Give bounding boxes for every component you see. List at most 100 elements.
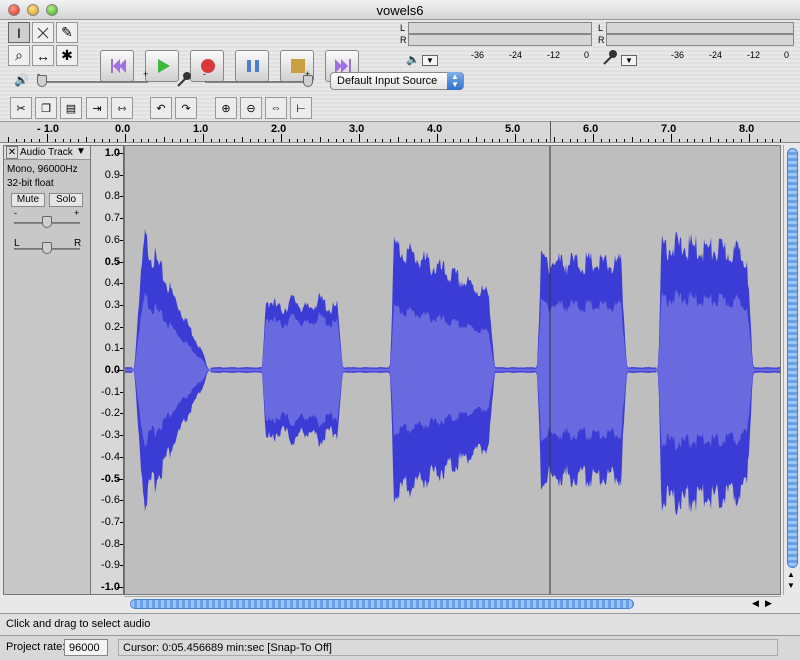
ruler-tick [507, 139, 509, 142]
amplitude-tick [120, 239, 123, 241]
envelope-tool[interactable] [32, 22, 54, 43]
ruler-tick [538, 139, 540, 142]
project-rate-value: 96000 [69, 642, 100, 654]
waveform [125, 146, 780, 594]
waveform-area[interactable] [124, 145, 781, 595]
ruler-tick [499, 139, 501, 142]
record-icon [201, 59, 215, 73]
play-icon [158, 59, 170, 73]
track-name-menu[interactable]: Audio Track [20, 147, 73, 158]
ruler-tick [234, 139, 236, 142]
ruler-tick [616, 139, 618, 142]
cut-button[interactable]: ✂ [10, 97, 32, 119]
ruler-tick [569, 139, 571, 142]
scroll-left-icon[interactable]: ◀ [752, 598, 759, 609]
ruler-tick [437, 134, 438, 142]
ruler-tick [725, 139, 727, 142]
ruler-tick [179, 139, 181, 142]
output-volume-slider[interactable] [37, 75, 47, 87]
amplitude-label: 0.3 [104, 298, 120, 311]
record-button[interactable] [190, 50, 224, 82]
output-meter-menu[interactable]: ▼ [422, 55, 438, 66]
project-rate-field[interactable]: 96000 [64, 639, 108, 656]
amplitude-tick [120, 196, 123, 198]
vertical-scrollbar[interactable]: ▲ ▼ [783, 145, 800, 595]
status-hint: Click and drag to select audio [6, 618, 151, 630]
amplitude-tick [120, 456, 123, 458]
input-volume-slider[interactable] [303, 75, 313, 87]
meter-right-label: R [400, 35, 407, 45]
ruler-tick [444, 139, 446, 142]
ruler-tick [70, 139, 72, 142]
ruler-tick [54, 139, 56, 142]
ruler-tick [265, 139, 267, 142]
timeshift-tool[interactable]: ↔ [32, 45, 54, 66]
ruler-tick [600, 139, 602, 142]
zoom-tool[interactable]: ⌕ [8, 45, 30, 66]
ruler-tick [242, 137, 243, 142]
trim-icon: ⇥ [92, 102, 102, 115]
ruler-tick [15, 139, 17, 142]
fit-selection-button[interactable]: ⇔ [265, 97, 287, 119]
track-menu-arrow-icon[interactable]: ▼ [76, 146, 86, 157]
track-close-button[interactable]: ✕ [6, 146, 18, 159]
window-title: vowels6 [376, 3, 424, 18]
gain-slider[interactable] [42, 216, 52, 228]
ruler-tick [335, 139, 337, 142]
ruler-tick [132, 139, 134, 142]
timeline-ruler[interactable]: - 1.0 0.0 1.0 2.0 3.0 4.0 5.0 6.0 7.0 8.0 [0, 121, 800, 143]
vertical-scroll-thumb[interactable] [787, 148, 798, 568]
input-source-value: Default Input Source [337, 75, 438, 87]
toolbar-area: I ✎ ⌕ ↔ ✱ L R -36 -24 -12 0 🔈 ▼ L R -36 … [0, 20, 800, 120]
ruler-tick [772, 139, 774, 142]
timeshift-icon: ↔ [36, 47, 50, 64]
play-button[interactable] [145, 50, 179, 82]
horizontal-scrollbar[interactable]: ◀ ▶ [124, 596, 781, 610]
paste-button[interactable]: ▤ [60, 97, 82, 119]
ruler-tick [405, 139, 407, 142]
scroll-right-icon[interactable]: ▶ [765, 598, 772, 609]
copy-button[interactable]: ❐ [35, 97, 57, 119]
amplitude-tick [120, 283, 123, 285]
ruler-tick [171, 139, 173, 142]
ruler-cursor-marker [550, 121, 551, 142]
pause-button[interactable] [235, 50, 269, 82]
ruler-tick [655, 139, 657, 142]
silence-button[interactable]: ⇿ [111, 97, 133, 119]
amplitude-tick [120, 218, 123, 220]
mute-button[interactable]: Mute [11, 193, 45, 207]
selection-tool[interactable]: I [8, 22, 30, 43]
zoom-out-button[interactable]: ⊖ [240, 97, 262, 119]
ruler-tick [86, 137, 87, 142]
zoom-in-icon: ⊕ [221, 102, 231, 115]
draw-tool[interactable]: ✎ [56, 22, 78, 43]
zoom-in-button[interactable]: ⊕ [215, 97, 237, 119]
scroll-down-icon[interactable]: ▼ [787, 581, 795, 590]
undo-button[interactable]: ↶ [150, 97, 172, 119]
ruler-tick [109, 139, 111, 142]
input-source-select[interactable]: Default Input Source ▲ ▼ [330, 72, 464, 90]
solo-button[interactable]: Solo [49, 193, 83, 207]
multi-tool[interactable]: ✱ [56, 45, 78, 66]
amplitude-label: 0.8 [104, 190, 120, 203]
ruler-tick [39, 139, 41, 142]
ruler-tick [382, 139, 384, 142]
ruler-tick [31, 139, 33, 142]
ruler-tick [101, 139, 103, 142]
solo-label: Solo [55, 194, 76, 205]
skip-start-button[interactable] [100, 50, 134, 82]
redo-button[interactable]: ↷ [175, 97, 197, 119]
ruler-tick [686, 139, 688, 142]
amplitude-label: 0.4 [104, 277, 120, 290]
pan-slider[interactable] [42, 242, 52, 254]
track-header: ✕ Audio Track ▼ [4, 146, 90, 160]
scroll-up-icon[interactable]: ▲ [787, 570, 795, 579]
trim-button[interactable]: ⇥ [86, 97, 108, 119]
input-meter-menu[interactable]: ▼ [621, 55, 637, 66]
silence-icon: ⇿ [117, 102, 127, 115]
gain-max-label: + [74, 208, 80, 218]
ruler-tick [780, 139, 782, 142]
fit-project-button[interactable]: ⊢ [290, 97, 312, 119]
asterisk-icon: ✱ [61, 47, 73, 63]
horizontal-scroll-thumb[interactable] [130, 599, 634, 609]
